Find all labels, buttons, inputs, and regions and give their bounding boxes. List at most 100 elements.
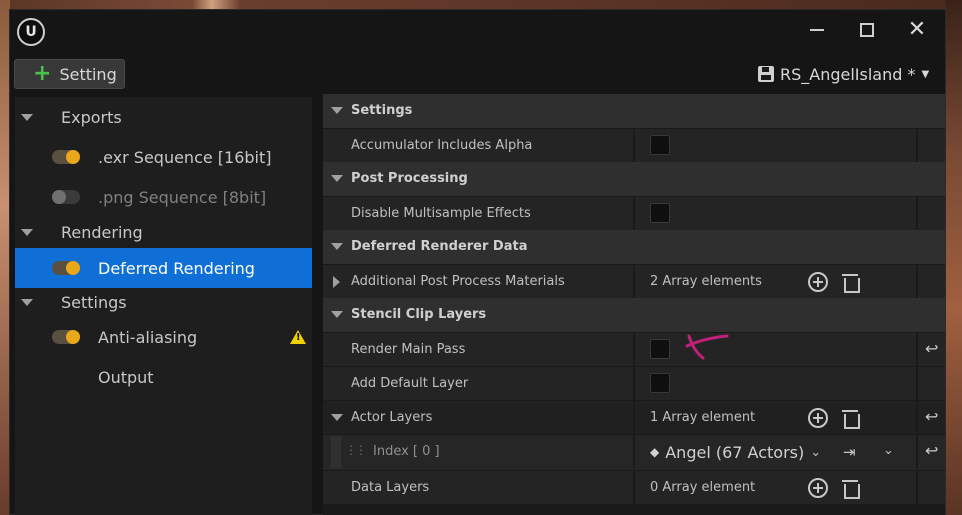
property-disable-multisample: Disable Multisample Effects	[323, 196, 945, 231]
tree-item-label: .exr Sequence [16bit]	[98, 147, 272, 167]
column-divider	[916, 265, 918, 299]
collapse-caret-icon[interactable]	[331, 175, 343, 182]
property-label: Render Main Pass	[351, 342, 466, 357]
column-divider[interactable]	[633, 197, 635, 231]
category-post-processing[interactable]: Post Processing	[323, 162, 945, 196]
drag-handle-icon[interactable]: ⋮⋮	[345, 443, 367, 457]
accumulator-alpha-checkbox[interactable]	[650, 135, 670, 155]
collapse-caret-icon[interactable]	[21, 298, 33, 306]
tree-group-rendering[interactable]: Rendering	[15, 214, 312, 250]
category-deferred-renderer-data[interactable]: Deferred Renderer Data	[323, 230, 945, 264]
collapse-caret-icon[interactable]	[331, 414, 343, 421]
tree-group-label: Rendering	[61, 222, 143, 242]
tree-item-output[interactable]: Output	[15, 359, 312, 395]
expand-arrow-icon[interactable]	[333, 276, 340, 288]
chevron-down-icon[interactable]: ⌄	[883, 443, 894, 458]
array-count: 0 Array element	[650, 480, 756, 495]
settings-tree: Exports .exr Sequence [16bit] .png Seque…	[15, 97, 312, 515]
collapse-caret-icon[interactable]	[21, 228, 33, 236]
property-label: Disable Multisample Effects	[351, 206, 531, 221]
collapse-caret-icon[interactable]	[331, 107, 343, 114]
save-icon	[758, 66, 774, 82]
background-right	[946, 0, 962, 515]
enable-toggle[interactable]	[52, 150, 80, 164]
tree-item-label: Output	[98, 367, 154, 387]
tree-group-settings[interactable]: Settings	[15, 284, 312, 320]
add-setting-label: Setting	[59, 64, 117, 84]
category-settings[interactable]: Settings	[323, 94, 945, 128]
toggle-knob	[66, 330, 80, 344]
collapse-caret-icon[interactable]	[21, 113, 33, 121]
property-label: Actor Layers	[351, 410, 433, 425]
reset-to-default-icon[interactable]: ↩	[925, 409, 941, 425]
column-divider	[916, 401, 918, 435]
trash-icon[interactable]	[840, 408, 860, 429]
category-label: Stencil Clip Layers	[351, 307, 487, 322]
render-main-pass-checkbox[interactable]	[650, 339, 670, 359]
enable-toggle[interactable]	[52, 330, 80, 344]
property-add-default-layer: Add Default Layer	[323, 366, 945, 401]
tree-item-label: .png Sequence [8bit]	[98, 187, 267, 207]
collapse-caret-icon[interactable]	[331, 243, 343, 250]
column-divider[interactable]	[633, 471, 635, 505]
use-selected-icon[interactable]: ⇥	[843, 443, 856, 461]
trash-icon[interactable]	[840, 478, 860, 499]
minimize-button[interactable]	[800, 18, 834, 42]
toggle-knob	[52, 190, 66, 204]
array-count: 2 Array elements	[650, 274, 762, 289]
property-render-main-pass: Render Main Pass ↩	[323, 332, 945, 367]
disable-multisample-checkbox[interactable]	[650, 203, 670, 223]
add-element-icon[interactable]	[808, 478, 828, 498]
plus-icon: +	[33, 61, 52, 86]
annotation-cross-mark	[685, 334, 729, 360]
index-label: Index [ 0 ]	[373, 444, 440, 459]
tree-item-png-sequence[interactable]: .png Sequence [8bit]	[15, 179, 312, 215]
toggle-knob	[66, 150, 80, 164]
column-divider[interactable]	[633, 333, 635, 367]
title-bar[interactable]: U ✕	[10, 10, 945, 56]
collapse-caret-icon[interactable]	[331, 311, 343, 318]
add-element-icon[interactable]	[808, 408, 828, 428]
tree-item-label: Anti-aliasing	[98, 327, 198, 347]
column-divider[interactable]	[633, 401, 635, 435]
add-setting-button[interactable]: + Setting	[14, 59, 125, 89]
column-divider	[916, 333, 918, 367]
column-divider[interactable]	[633, 129, 635, 163]
tree-item-deferred-rendering[interactable]: Deferred Rendering	[15, 248, 312, 288]
column-divider[interactable]	[633, 367, 635, 401]
maximize-button[interactable]	[850, 18, 884, 42]
dropdown-value: Angel (67 Actors)	[665, 442, 805, 462]
details-panel: Settings Accumulator Includes Alpha Post…	[323, 94, 945, 515]
warning-icon	[290, 330, 306, 344]
array-count: 1 Array element	[650, 410, 756, 425]
render-settings-window: U ✕ + Setting RS_AngelIsland * ▼ Exports…	[9, 9, 946, 515]
preset-selector[interactable]: RS_AngelIsland * ▼	[758, 61, 929, 87]
property-additional-post-process-materials: Additional Post Process Materials 2 Arra…	[323, 264, 945, 299]
column-divider[interactable]	[633, 435, 635, 469]
category-label: Settings	[351, 103, 413, 118]
tree-group-exports[interactable]: Exports	[15, 99, 312, 135]
column-divider	[916, 129, 918, 163]
category-stencil-clip-layers[interactable]: Stencil Clip Layers	[323, 298, 945, 332]
minimize-icon	[810, 29, 824, 31]
property-label: Add Default Layer	[351, 376, 469, 391]
enable-toggle[interactable]	[52, 190, 80, 204]
add-default-layer-checkbox[interactable]	[650, 373, 670, 393]
category-label: Post Processing	[351, 171, 468, 186]
unreal-logo-icon: U	[17, 18, 45, 46]
chevron-down-icon: ▼	[921, 68, 930, 80]
property-label: Accumulator Includes Alpha	[351, 138, 533, 153]
column-divider	[916, 197, 918, 231]
column-divider[interactable]	[633, 265, 635, 299]
add-element-icon[interactable]	[808, 272, 828, 292]
tree-item-exr-sequence[interactable]: .exr Sequence [16bit]	[15, 139, 312, 175]
property-label: Additional Post Process Materials	[351, 274, 565, 289]
enable-toggle[interactable]	[52, 261, 80, 275]
tree-item-anti-aliasing[interactable]: Anti-aliasing	[15, 319, 312, 355]
close-button[interactable]: ✕	[900, 18, 934, 42]
reset-to-default-icon[interactable]: ↩	[925, 341, 941, 357]
trash-icon[interactable]	[840, 272, 860, 293]
reset-to-default-icon[interactable]: ↩	[925, 443, 941, 459]
column-divider	[916, 367, 918, 401]
actor-layer-dropdown[interactable]: ◆ Angel (67 Actors) ⌄	[650, 442, 821, 462]
